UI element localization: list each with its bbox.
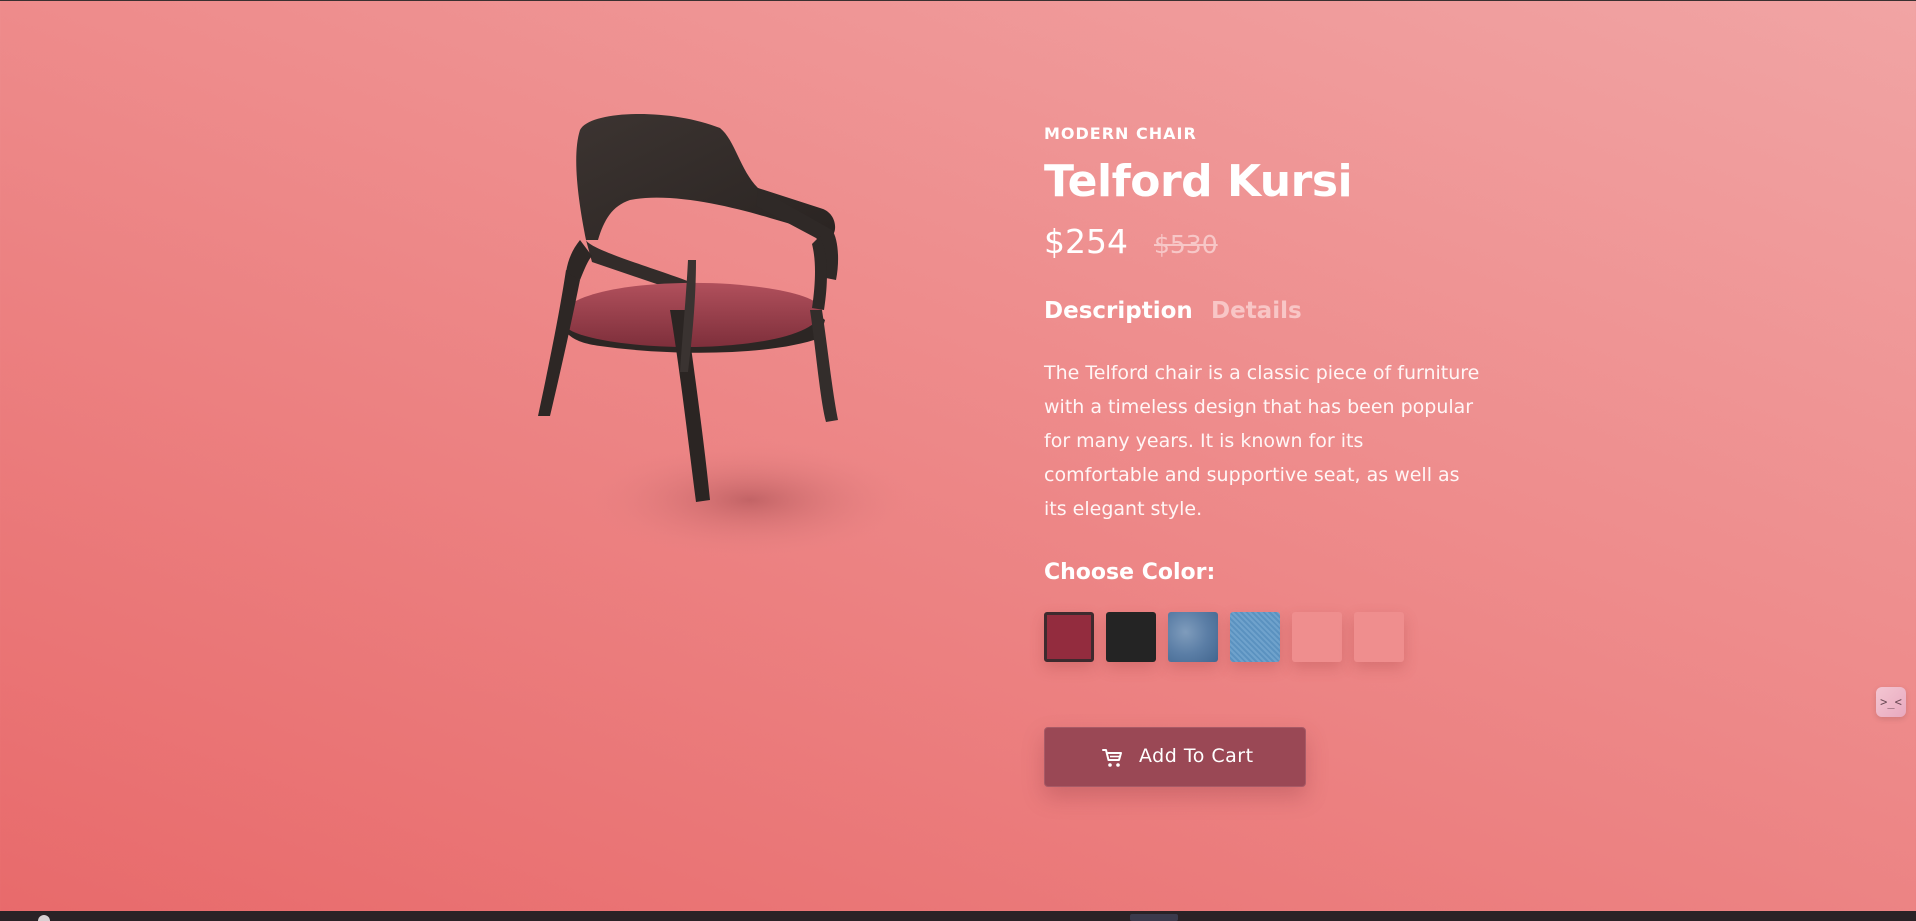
top-border <box>0 0 1916 1</box>
tab-details[interactable]: Details <box>1211 298 1302 324</box>
add-to-cart-label: Add To Cart <box>1139 745 1254 767</box>
widget-face-icon[interactable]: >_< <box>1876 687 1906 717</box>
swatch-black[interactable] <box>1106 612 1156 662</box>
product-title: Telford Kursi <box>1044 156 1353 207</box>
product-description: The Telford chair is a classic piece of … <box>1044 362 1480 520</box>
color-picker-label: Choose Color: <box>1044 560 1216 585</box>
tab-description[interactable]: Description <box>1044 298 1193 324</box>
swatch-crimson-fabric[interactable] <box>1044 612 1094 662</box>
product-price: $254 <box>1044 222 1128 261</box>
swatch-light-blue-denim[interactable] <box>1230 612 1280 662</box>
swatch-blue-velvet[interactable] <box>1168 612 1218 662</box>
taskbar-strip <box>0 911 1916 921</box>
product-image <box>520 110 960 650</box>
swatch-pink[interactable] <box>1292 612 1342 662</box>
swatch-pink-2[interactable] <box>1354 612 1404 662</box>
cart-icon <box>1102 749 1122 767</box>
product-old-price: $530 <box>1154 230 1218 259</box>
taskbar-item[interactable] <box>1130 914 1178 921</box>
taskbar-dot-icon <box>38 915 50 921</box>
chair-illustration <box>538 113 920 560</box>
product-category: MODERN CHAIR <box>1044 124 1197 143</box>
add-to-cart-button[interactable]: Add To Cart <box>1044 727 1306 787</box>
